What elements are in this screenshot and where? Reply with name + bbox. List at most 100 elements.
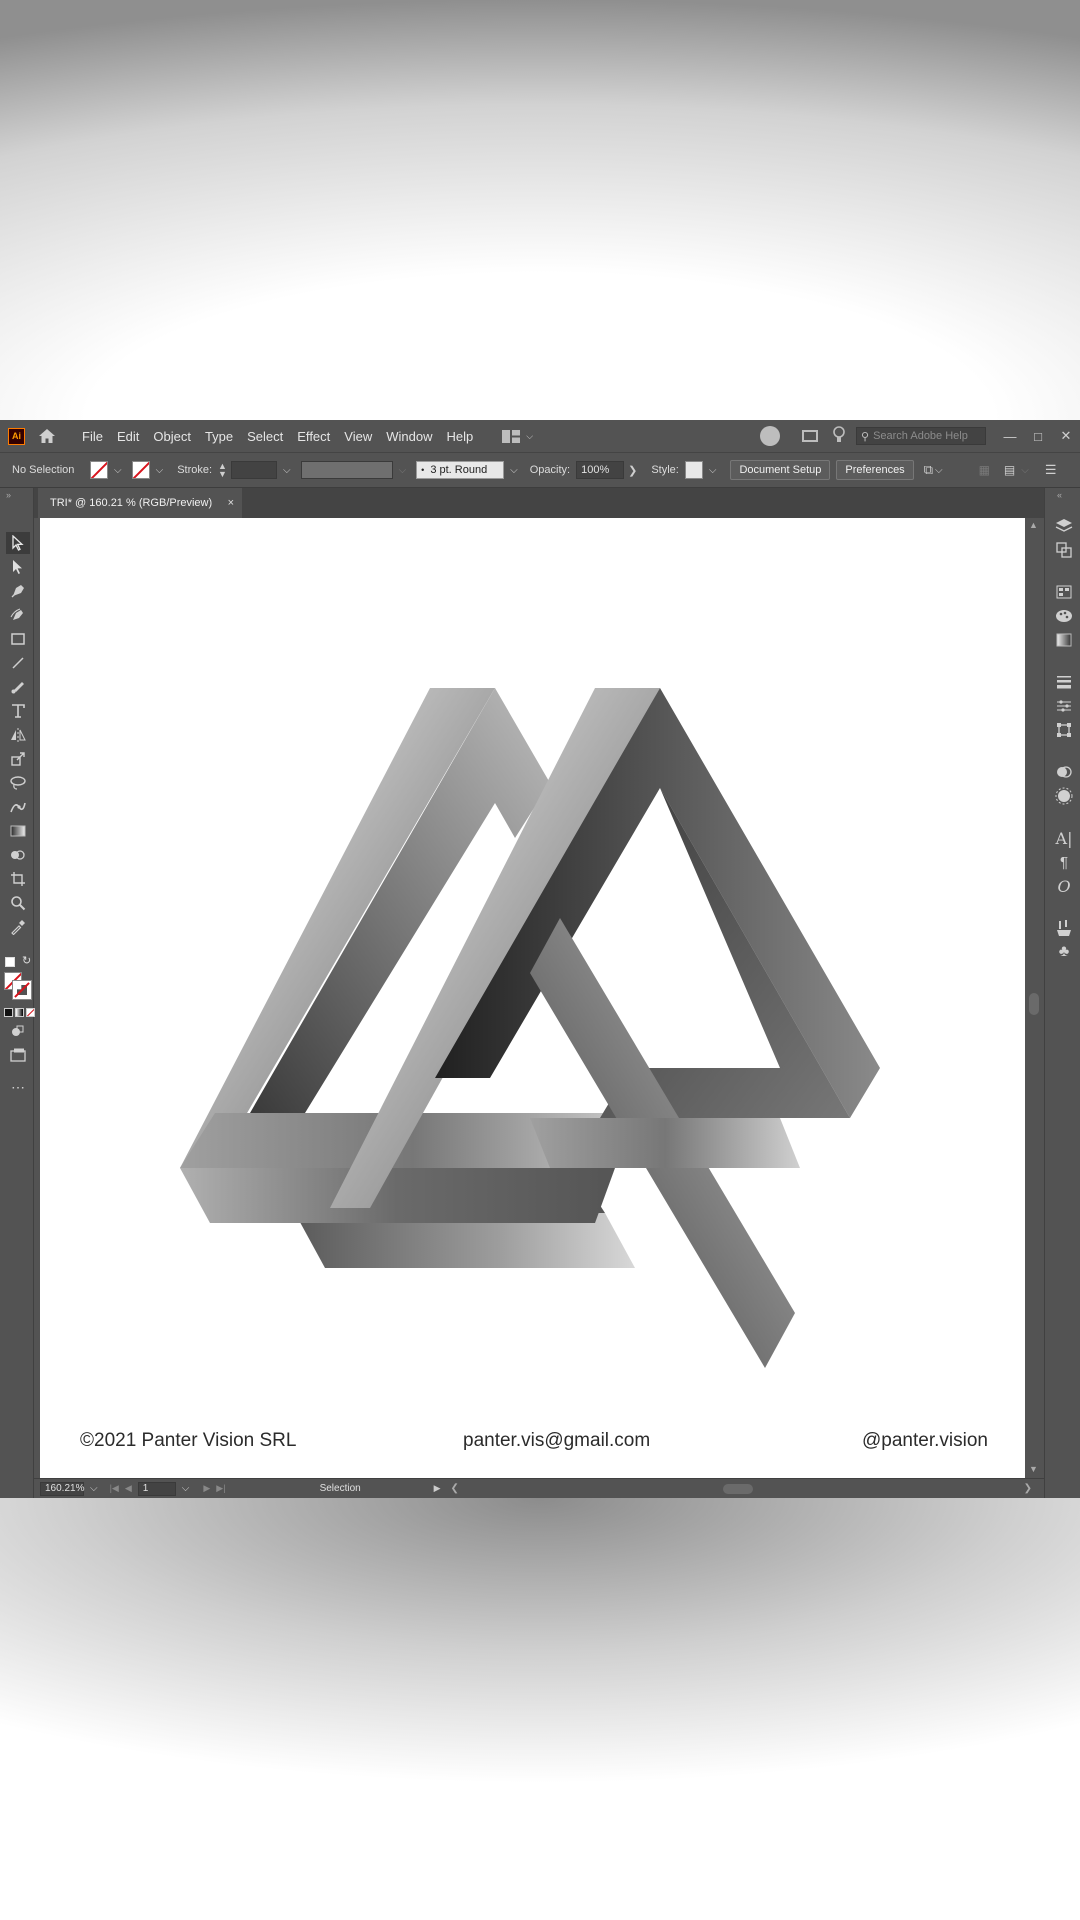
zoom-tool-icon[interactable] (6, 892, 30, 914)
gradient-icon[interactable] (1054, 630, 1074, 650)
scroll-thumb[interactable] (1029, 993, 1039, 1015)
scroll-down-icon[interactable]: ▼ (1029, 1464, 1038, 1474)
pathfinder-icon[interactable] (1054, 762, 1074, 782)
selection-tool-icon[interactable] (6, 532, 30, 554)
zoom-chevron-icon[interactable]: ⌵ (90, 1483, 98, 1494)
stroke-dropdown-chevron-icon[interactable]: ⌵ (156, 465, 164, 476)
zoom-level-field[interactable]: 160.21% (40, 1481, 84, 1496)
puppet-warp-tool-icon[interactable] (6, 796, 30, 818)
previous-artboard-icon[interactable]: ◀ (125, 1483, 132, 1494)
default-fill-stroke-icon[interactable] (5, 957, 15, 967)
align-chevron-icon[interactable]: ⌵ (1021, 465, 1029, 476)
eyedropper-tool-icon[interactable] (6, 916, 30, 938)
stroke-swatch[interactable] (131, 461, 150, 479)
screen-mode-icon[interactable] (6, 1044, 30, 1066)
artboards-icon[interactable] (1054, 540, 1074, 560)
transform-chevron-icon[interactable]: ⌵ (935, 465, 943, 476)
menu-effect[interactable]: Effect (290, 429, 337, 444)
fill-dropdown-chevron-icon[interactable]: ⌵ (114, 465, 122, 476)
none-mode-icon[interactable] (26, 1008, 35, 1017)
vertical-scrollbar[interactable]: ▲ ▼ (1025, 518, 1043, 1478)
lasso-tool-icon[interactable] (6, 772, 30, 794)
menu-type[interactable]: Type (198, 429, 240, 444)
isolate-icon[interactable]: ▦ (979, 463, 990, 477)
rectangle-tool-icon[interactable] (6, 628, 30, 650)
transform-options-icon[interactable]: ⧉ (924, 462, 933, 478)
first-artboard-icon[interactable]: |◀ (110, 1483, 119, 1494)
shape-builder-tool-icon[interactable] (6, 844, 30, 866)
close-tab-icon[interactable]: × (228, 497, 234, 509)
brushes-icon[interactable] (1054, 918, 1074, 938)
last-artboard-icon[interactable]: ▶| (216, 1483, 225, 1494)
character-icon[interactable]: A| (1054, 828, 1074, 848)
lightbulb-icon[interactable] (832, 425, 846, 447)
document-tab[interactable]: TRI* @ 160.21 % (RGB/Preview) × (38, 488, 242, 518)
stroke-stepper[interactable]: ▲ ▼ (218, 462, 227, 479)
gradient-tool-icon[interactable] (6, 820, 30, 842)
menu-object[interactable]: Object (146, 429, 198, 444)
type-tool-icon[interactable] (6, 700, 30, 722)
color-icon[interactable] (1054, 606, 1074, 626)
paragraph-icon[interactable]: ¶ (1054, 852, 1074, 872)
transform-icon[interactable] (1054, 720, 1074, 740)
status-menu-icon[interactable]: ▶ (434, 1483, 441, 1494)
opacity-expand-icon[interactable]: ❯ (628, 464, 637, 477)
opacity-field[interactable]: 100% (576, 461, 625, 479)
swap-fill-stroke-icon[interactable]: ↻ (22, 954, 31, 967)
curvature-tool-icon[interactable] (6, 604, 30, 626)
drawing-mode-icon[interactable] (6, 1020, 30, 1042)
arrange-documents-icon[interactable] (802, 430, 818, 442)
account-icon[interactable] (760, 426, 780, 446)
scroll-left-icon[interactable]: ❮ (450, 1483, 458, 1494)
stroke-icon[interactable] (1054, 672, 1074, 692)
menu-view[interactable]: View (337, 429, 379, 444)
artboard-tool-icon[interactable] (6, 868, 30, 890)
reflect-tool-icon[interactable] (6, 724, 30, 746)
scroll-up-icon[interactable]: ▲ (1029, 520, 1038, 530)
direct-selection-tool-icon[interactable] (6, 556, 30, 578)
symbols-icon[interactable]: ♣ (1054, 942, 1074, 962)
menu-window[interactable]: Window (379, 429, 439, 444)
close-window-button[interactable]: ✕ (1052, 428, 1080, 444)
swatches-icon[interactable] (1054, 582, 1074, 602)
maximize-button[interactable]: □ (1024, 429, 1052, 444)
profile-chevron-icon[interactable]: ⌵ (399, 465, 407, 476)
fill-stroke-widget[interactable] (4, 972, 32, 1000)
fill-swatch[interactable] (90, 461, 108, 479)
gradient-mode-icon[interactable] (15, 1008, 24, 1017)
scroll-right-icon[interactable]: ❯ (1024, 1483, 1032, 1494)
line-tool-icon[interactable] (6, 652, 30, 674)
artboard-number-field[interactable]: 1 (137, 1481, 176, 1496)
paintbrush-tool-icon[interactable] (6, 676, 30, 698)
layers-icon[interactable] (1054, 516, 1074, 536)
workspace-switcher[interactable]: ⌵ (502, 429, 533, 443)
opentype-icon[interactable]: O (1054, 876, 1074, 896)
stroke-weight-chevron-icon[interactable]: ⌵ (283, 465, 291, 476)
pen-tool-icon[interactable] (6, 580, 30, 602)
artboard[interactable]: ©2021 Panter Vision SRL panter.vis@gmail… (40, 518, 1025, 1478)
more-tools-icon[interactable]: ⋯ (6, 1076, 30, 1098)
scale-tool-icon[interactable] (6, 748, 30, 770)
document-setup-button[interactable]: Document Setup (730, 460, 831, 480)
expand-panels-icon[interactable]: « (1057, 490, 1062, 500)
horizontal-scrollbar[interactable] (467, 1482, 1016, 1496)
minimize-button[interactable]: — (996, 429, 1024, 444)
menu-help[interactable]: Help (439, 429, 480, 444)
brush-definition[interactable]: • 3 pt. Round (416, 461, 505, 479)
home-icon[interactable] (37, 426, 57, 446)
search-help-input[interactable]: ⚲ Search Adobe Help (856, 427, 986, 445)
appearance-icon[interactable] (1054, 786, 1074, 806)
stroke-box[interactable] (12, 980, 32, 1000)
brush-chevron-icon[interactable]: ⌵ (510, 465, 518, 476)
stroke-weight-field[interactable] (230, 461, 277, 479)
graphic-style-swatch[interactable] (684, 461, 703, 479)
menu-edit[interactable]: Edit (110, 429, 146, 444)
next-artboard-icon[interactable]: ▶ (203, 1483, 210, 1494)
preferences-button[interactable]: Preferences (836, 460, 914, 480)
align-icon[interactable]: ▤ (1004, 463, 1015, 477)
style-chevron-icon[interactable]: ⌵ (709, 465, 717, 476)
properties-icon[interactable] (1054, 696, 1074, 716)
color-mode-icon[interactable] (4, 1008, 13, 1017)
menu-file[interactable]: File (75, 429, 110, 444)
control-menu-icon[interactable]: ☰ (1045, 462, 1057, 478)
